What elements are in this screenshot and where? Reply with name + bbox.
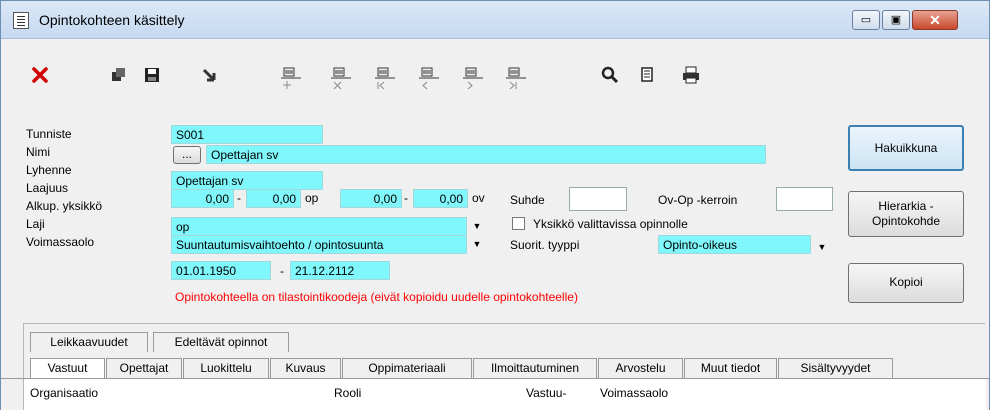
unit-op-label: op: [305, 191, 319, 205]
suhde-label: Suhde: [510, 193, 545, 207]
tab-sisaltyvyydet[interactable]: Sisältyvyydet: [778, 358, 893, 378]
hierarkia-button-line2: Opintokohde: [871, 214, 941, 228]
nimi-field[interactable]: Opettajan sv: [206, 145, 766, 164]
hakuikkuna-button[interactable]: Hakuikkuna: [848, 125, 964, 171]
tab-luokittelu[interactable]: Luokittelu: [183, 358, 269, 378]
voimassaolo-label: Voimassaolo: [26, 235, 95, 249]
suorit-tyyppi-select[interactable]: Opinto-oikeus: [658, 235, 811, 254]
laji-label: Laji: [26, 217, 45, 231]
laajuus-ov-min-field[interactable]: 0,00: [340, 189, 402, 208]
search-icon[interactable]: [599, 64, 621, 86]
laajuus-op-max-field[interactable]: 0,00: [246, 189, 301, 208]
column-rooli[interactable]: Rooli: [334, 386, 361, 400]
record-last-icon[interactable]: [506, 64, 528, 90]
alkup-yksikko-select[interactable]: op: [171, 217, 467, 236]
tab-kuvaus[interactable]: Kuvaus: [270, 358, 341, 378]
laji-select[interactable]: Suuntautumisvaihtoehto / opintosuunta: [171, 235, 467, 254]
voimassaolo-alku-field[interactable]: 01.01.1950: [171, 261, 271, 280]
title-bar: Opintokohteen käsittely ▭ ▣ ✕: [1, 1, 989, 39]
laajuus-label: Laajuus: [26, 181, 69, 195]
column-voimassaolo[interactable]: Voimassaolo: [600, 386, 668, 400]
tunniste-field[interactable]: S001: [171, 125, 323, 144]
record-next-icon[interactable]: [463, 64, 485, 90]
ovop-kerroin-field[interactable]: [776, 187, 833, 211]
column-vastuu[interactable]: Vastuu-: [526, 386, 566, 400]
tunniste-label: Tunniste: [26, 127, 72, 141]
yksikko-valittavissa-label: Yksikkö valittavissa opinnolle: [533, 217, 688, 231]
tab-leikkaavuudet[interactable]: Leikkaavuudet: [30, 332, 148, 352]
tab-arvostelu[interactable]: Arvostelu: [598, 358, 683, 378]
tab-muut-tiedot[interactable]: Muut tiedot: [684, 358, 777, 378]
lyhenne-field[interactable]: Opettajan sv: [171, 171, 323, 190]
record-previous-icon[interactable]: [419, 64, 441, 90]
maximize-button[interactable]: ▣: [882, 10, 910, 30]
tilastointi-warning: Opintokohteella on tilastointikoodeja (e…: [175, 290, 578, 304]
alkup-yksikko-label: Alkup. yksikkö: [26, 199, 103, 213]
laji-dropdown-arrow-icon[interactable]: ▼: [470, 235, 484, 254]
tab-ilmoittautuminen[interactable]: Ilmoittautuminen: [473, 358, 597, 378]
minimize-button[interactable]: ▭: [852, 10, 880, 30]
hierarkia-opintokohde-button[interactable]: Hierarkia - Opintokohde: [848, 191, 964, 237]
application-window: Opintokohteen käsittely ▭ ▣ ✕ Tunniste N…: [0, 0, 990, 410]
voimassaolo-loppu-field[interactable]: 21.12.2112: [290, 261, 390, 280]
unit-ov-label: ov: [472, 191, 485, 205]
laajuus-ov-dash: -: [404, 191, 408, 205]
document-icon[interactable]: [636, 64, 658, 86]
record-delete-icon[interactable]: [331, 64, 353, 90]
grid-header: Organisaatio Rooli Vastuu- Voimassaolo: [24, 379, 986, 410]
voimassaolo-dash: -: [280, 264, 284, 278]
close-button[interactable]: ✕: [912, 10, 958, 30]
tab-vastuut[interactable]: Vastuut: [30, 358, 105, 378]
laajuus-op-min-field[interactable]: 0,00: [171, 189, 234, 208]
document-app-icon: [13, 12, 29, 29]
record-first-icon[interactable]: [375, 64, 397, 90]
tab-edeltavat-opinnot[interactable]: Edeltävät opinnot: [153, 332, 289, 352]
tab-opettajat[interactable]: Opettajat: [106, 358, 182, 378]
save-icon[interactable]: [141, 64, 163, 86]
print-icon[interactable]: [680, 64, 702, 86]
lyhenne-label: Lyhenne: [26, 163, 72, 177]
record-add-icon[interactable]: [281, 64, 303, 89]
suhde-field[interactable]: [569, 187, 627, 211]
export-icon[interactable]: [198, 64, 220, 86]
kopioi-button[interactable]: Kopioi: [848, 263, 964, 303]
suorit-tyyppi-label: Suorit. tyyppi: [510, 238, 580, 252]
copy-icon[interactable]: [108, 64, 130, 86]
laajuus-op-dash: -: [237, 191, 241, 205]
column-organisaatio[interactable]: Organisaatio: [30, 386, 98, 400]
alkup-dropdown-arrow-icon[interactable]: ▼: [470, 217, 484, 236]
laajuus-ov-max-field[interactable]: 0,00: [413, 189, 468, 208]
toolbar: [1, 40, 989, 116]
tab-oppimateriaali[interactable]: Oppimateriaali: [342, 358, 472, 378]
window-title: Opintokohteen käsittely: [39, 12, 185, 28]
yksikko-valittavissa-checkbox[interactable]: [512, 217, 525, 230]
hierarkia-button-line1: Hierarkia -: [878, 199, 934, 213]
suorit-dropdown-arrow-icon[interactable]: ▼: [815, 238, 829, 257]
nimi-browse-button[interactable]: ...: [173, 146, 201, 164]
delete-icon[interactable]: [29, 64, 51, 86]
ovop-kerroin-label: Ov-Op -kerroin: [658, 193, 738, 207]
nimi-label: Nimi: [26, 145, 50, 159]
